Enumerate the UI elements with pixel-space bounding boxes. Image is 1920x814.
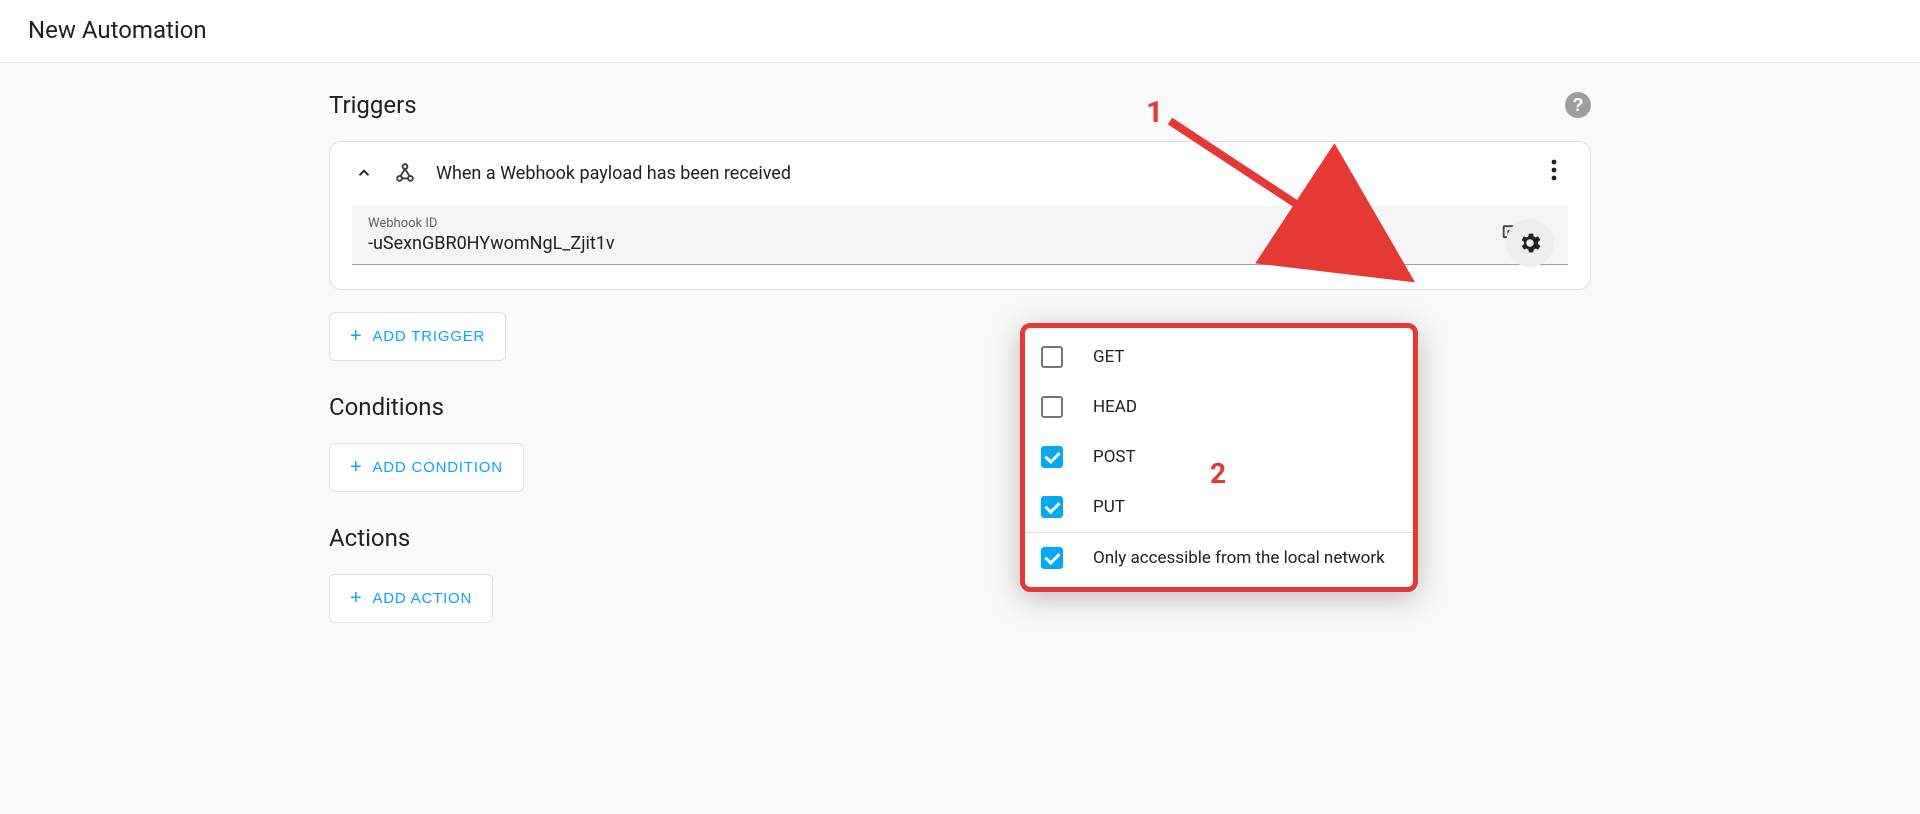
dots-vertical-icon [1551,159,1557,181]
add-condition-label: ADD CONDITION [372,459,502,476]
plus-icon: + [350,456,362,479]
automation-canvas: Triggers ? When a Webhook payload has be… [0,63,1920,814]
trigger-card-header: When a Webhook payload has been received [330,142,1590,196]
collapse-button[interactable] [352,161,376,185]
plus-icon: + [350,325,362,348]
popup-option-label: POST [1093,447,1136,467]
checkbox[interactable] [1041,496,1063,518]
annotation-label-1: 1 [1146,95,1163,130]
trigger-card-title: When a Webhook payload has been received [436,163,791,184]
chevron-up-icon [355,164,373,182]
checkbox[interactable] [1041,547,1063,569]
add-action-label: ADD ACTION [372,590,472,607]
webhook-id-value: -uSexnGBR0HYwomNgL_Zjit1v [368,233,1504,254]
gear-icon [1517,230,1543,256]
webhook-icon [392,160,418,186]
popup-option[interactable]: Only accessible from the local network [1025,532,1413,583]
popup-option-label: HEAD [1093,397,1137,417]
triggers-header-row: Triggers ? [329,91,1591,119]
trigger-card-body: Webhook ID -uSexnGBR0HYwomNgL_Zjit1v [330,196,1590,289]
annotation-label-2: 2 [1210,457,1226,490]
popup-option[interactable]: GET [1025,332,1413,382]
trigger-card: When a Webhook payload has been received… [329,141,1591,290]
add-action-button[interactable]: + ADD ACTION [329,574,493,623]
add-trigger-button[interactable]: + ADD TRIGGER [329,312,506,361]
add-condition-button[interactable]: + ADD CONDITION [329,443,524,492]
page-title: New Automation [28,16,1892,44]
webhook-id-field[interactable]: Webhook ID -uSexnGBR0HYwomNgL_Zjit1v [352,206,1568,265]
popup-option-label: PUT [1093,497,1125,517]
checkbox[interactable] [1041,446,1063,468]
popup-option-label: GET [1093,347,1125,367]
webhook-id-label: Webhook ID [368,216,1504,231]
help-icon: ? [1573,95,1584,116]
add-trigger-label: ADD TRIGGER [372,328,485,345]
checkbox[interactable] [1041,346,1063,368]
trigger-menu-button[interactable] [1540,156,1568,184]
popup-option-label: Only accessible from the local network [1093,548,1385,568]
app-header: New Automation [0,0,1920,63]
triggers-title: Triggers [329,91,417,119]
plus-icon: + [350,587,362,610]
help-button[interactable]: ? [1565,92,1591,118]
checkbox[interactable] [1041,396,1063,418]
webhook-settings-button[interactable] [1506,219,1554,267]
popup-option[interactable]: HEAD [1025,382,1413,432]
